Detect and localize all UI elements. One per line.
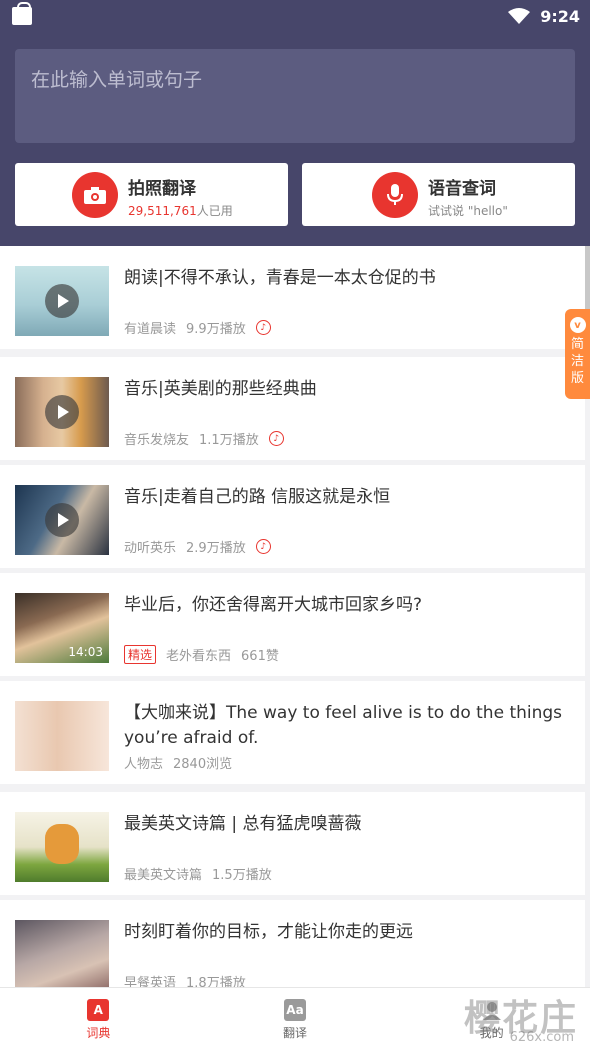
feed-card[interactable]: 音乐|走着自己的路 信服这就是永恒 动听英乐 2.9万播放 ♪	[0, 465, 585, 568]
card-title: 【大咖来说】The way to feel alive is to do the…	[124, 703, 563, 748]
photo-translate-button[interactable]: 拍照翻译 29,511,761人已用	[15, 163, 288, 226]
wifi-icon	[508, 8, 531, 24]
search-input[interactable]: 在此输入单词或句子	[15, 49, 575, 143]
card-title: 时刻盯着你的目标，才能让你走的更远	[124, 922, 413, 942]
thumbnail-image	[15, 701, 109, 771]
dictionary-icon: A	[87, 999, 110, 1021]
music-note-icon: ♪	[255, 320, 271, 335]
side-tab-char: 简	[570, 337, 584, 352]
play-icon	[45, 284, 79, 318]
card-stat: 1.1万播放	[199, 433, 259, 448]
nav-dictionary[interactable]: A 词典	[0, 988, 197, 1049]
simple-mode-tab[interactable]: v 简 洁 版	[565, 309, 590, 399]
microphone-icon	[372, 172, 418, 218]
top-header: 9:24 在此输入单词或句子 拍照翻译 29,511,761人已用 语音查词 试…	[0, 0, 590, 246]
card-stat: 9.9万播放	[186, 322, 246, 337]
feed-card[interactable]: 【大咖来说】The way to feel alive is to do the…	[0, 681, 585, 784]
card-title: 音乐|走着自己的路 信服这就是永恒	[124, 487, 391, 507]
card-title: 毕业后，你还舍得离开大城市回家乡吗?	[124, 595, 423, 615]
status-bar: 9:24	[0, 0, 590, 32]
translate-icon: Aa	[284, 999, 306, 1021]
voice-lookup-hint: 试试说 "hello"	[428, 204, 508, 218]
photo-translate-label: 拍照翻译	[128, 179, 196, 199]
side-tab-char: 洁	[570, 354, 584, 369]
card-source: 老外看东西	[166, 649, 232, 664]
watermark-url: 626x.com	[509, 1030, 574, 1045]
card-source: 动听英乐	[124, 541, 177, 556]
card-stat: 661赞	[241, 649, 279, 664]
card-stat: 2.9万播放	[186, 541, 246, 556]
nav-translate[interactable]: Aa 翻译	[197, 988, 394, 1049]
feed-card[interactable]: 14:03 毕业后，你还舍得离开大城市回家乡吗? 精选 老外看东西 661赞	[0, 573, 585, 676]
thumbnail-image	[15, 485, 109, 555]
card-stat: 1.5万播放	[212, 868, 272, 883]
card-title: 最美英文诗篇 | 总有猛虎嗅蔷薇	[124, 814, 362, 834]
card-stat: 2840浏览	[173, 757, 233, 772]
card-title: 音乐|英美剧的那些经典曲	[124, 379, 317, 399]
feed-card[interactable]: 朗读|不得不承认，青春是一本太仓促的书 有道晨读 9.9万播放 ♪	[0, 246, 585, 349]
card-source: 音乐发烧友	[124, 433, 190, 448]
featured-badge: 精选	[124, 645, 157, 664]
card-source: 最美英文诗篇	[124, 868, 203, 883]
card-source: 人物志	[124, 757, 164, 772]
video-duration: 14:03	[68, 645, 103, 659]
play-icon	[45, 395, 79, 429]
brand-v-icon: v	[569, 317, 586, 333]
play-icon	[45, 503, 79, 537]
side-tab-char: 版	[570, 371, 584, 386]
feed-card[interactable]: 时刻盯着你的目标，才能让你走的更远 早餐英语 1.8万播放	[0, 900, 585, 991]
music-note-icon: ♪	[255, 539, 271, 554]
clock: 9:24	[540, 6, 580, 26]
feed-card[interactable]: 音乐|英美剧的那些经典曲 音乐发烧友 1.1万播放 ♪	[0, 357, 585, 460]
thumbnail-image	[15, 812, 109, 882]
photo-user-count: 29,511,761	[128, 204, 197, 218]
thumbnail-image	[15, 266, 109, 336]
voice-lookup-label: 语音查词	[428, 179, 496, 199]
card-source: 有道晨读	[124, 322, 177, 337]
music-note-icon: ♪	[268, 431, 284, 446]
shopping-bag-icon	[12, 2, 32, 25]
feed-card[interactable]: 最美英文诗篇 | 总有猛虎嗅蔷薇 最美英文诗篇 1.5万播放	[0, 792, 585, 895]
thumbnail-image	[15, 920, 109, 990]
card-title: 朗读|不得不承认，青春是一本太仓促的书	[124, 268, 436, 288]
thumbnail-image	[15, 377, 109, 447]
camera-icon	[72, 172, 118, 218]
nav-label: 词典	[86, 1026, 111, 1040]
thumbnail-image: 14:03	[15, 593, 109, 663]
voice-lookup-button[interactable]: 语音查词 试试说 "hello"	[302, 163, 575, 226]
photo-user-suffix: 人已用	[196, 204, 233, 218]
nav-label: 翻译	[283, 1026, 308, 1040]
